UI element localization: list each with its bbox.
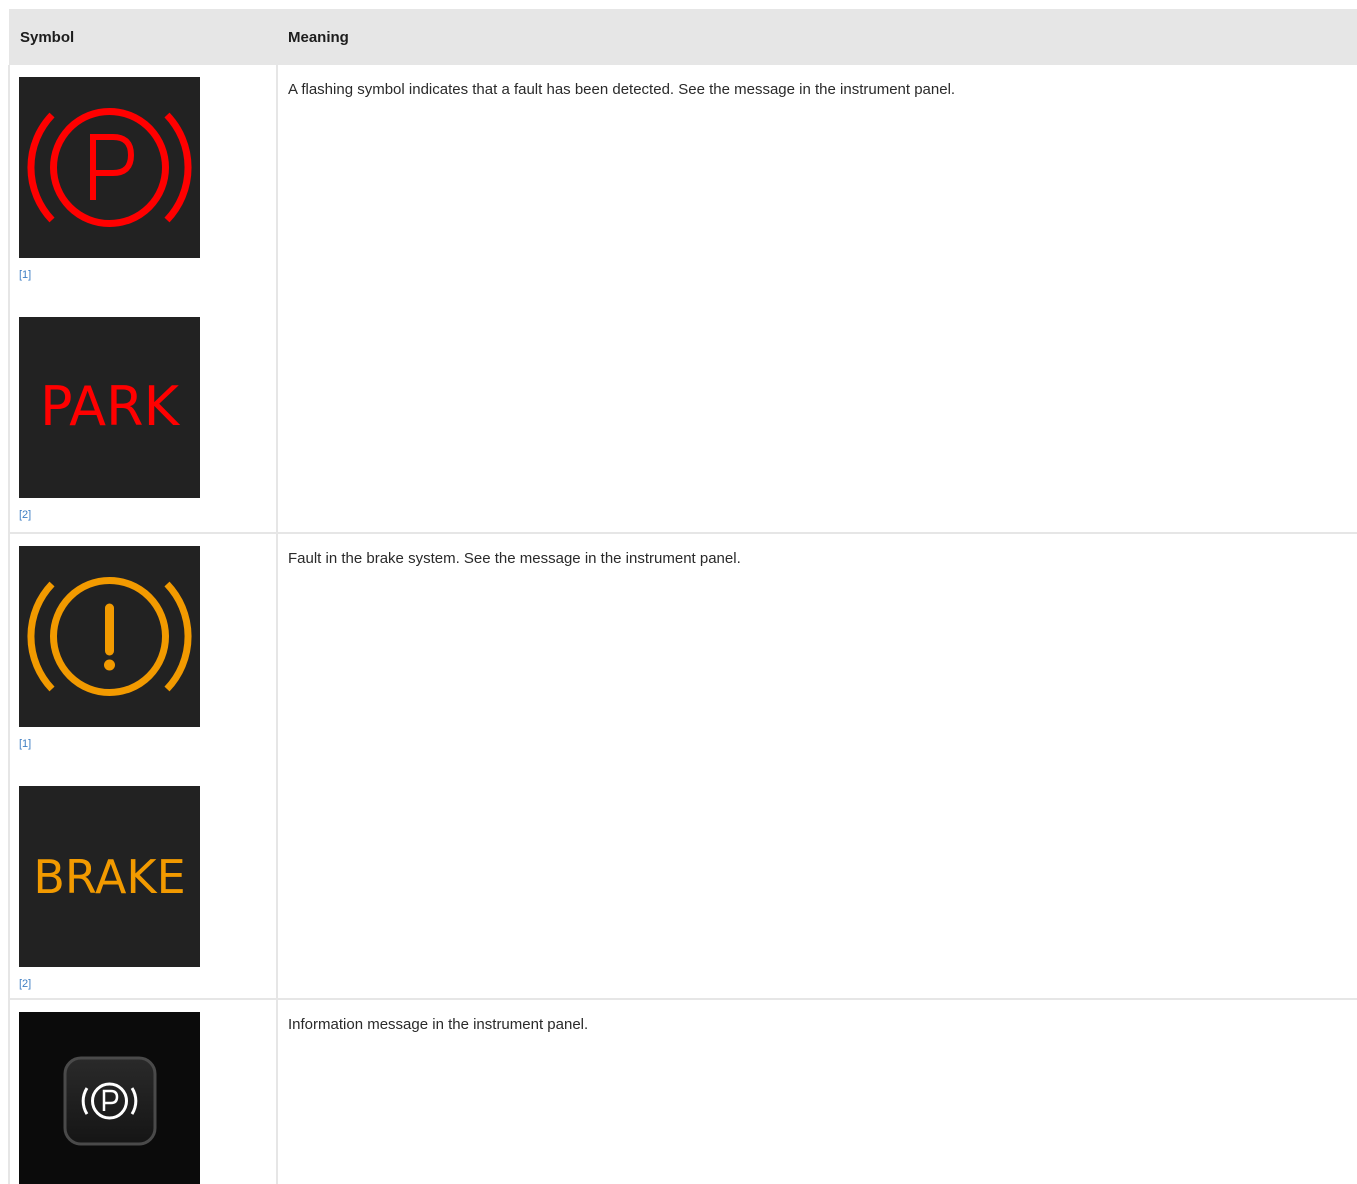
symbol-cell: [1] PARK [2] xyxy=(8,65,278,534)
meaning-cell: Information message in the instrument pa… xyxy=(277,999,1357,1184)
parking-brake-info-white-icon xyxy=(19,1012,200,1184)
symbol-cell xyxy=(8,999,278,1184)
brake-warning-amber-icon xyxy=(19,546,200,727)
table-row: [1] PARK [2] A flashing symbol indicates… xyxy=(8,65,1357,534)
meaning-cell: Fault in the brake system. See the messa… xyxy=(277,533,1357,1000)
table-row: [1] BRAKE [2] Fault in the brake system.… xyxy=(8,533,1357,1000)
table-header-row: Symbol Meaning xyxy=(9,9,1357,65)
symbols-table: Symbol Meaning [1] PARK [2] A flashing s… xyxy=(8,9,1357,1184)
header-meaning: Meaning xyxy=(277,9,1357,65)
meaning-cell: A flashing symbol indicates that a fault… xyxy=(277,65,1357,534)
header-symbol: Symbol xyxy=(9,9,277,65)
brake-text: BRAKE xyxy=(33,850,186,904)
brake-text-amber-icon: BRAKE xyxy=(19,786,200,967)
symbol-cell: [1] BRAKE [2] xyxy=(8,533,278,1000)
footnote-link[interactable]: [1] xyxy=(19,738,276,750)
table-row: Information message in the instrument pa… xyxy=(8,999,1357,1184)
footnote-link[interactable]: [2] xyxy=(19,978,276,990)
footnote-link[interactable]: [1] xyxy=(19,269,276,281)
park-text: PARK xyxy=(40,375,179,438)
park-text-red-icon: PARK xyxy=(19,317,200,498)
parking-brake-red-icon xyxy=(19,77,200,258)
symbols-table-container: Symbol Meaning [1] PARK [2] A flashing s… xyxy=(8,9,1357,1184)
footnote-link[interactable]: [2] xyxy=(19,509,276,521)
